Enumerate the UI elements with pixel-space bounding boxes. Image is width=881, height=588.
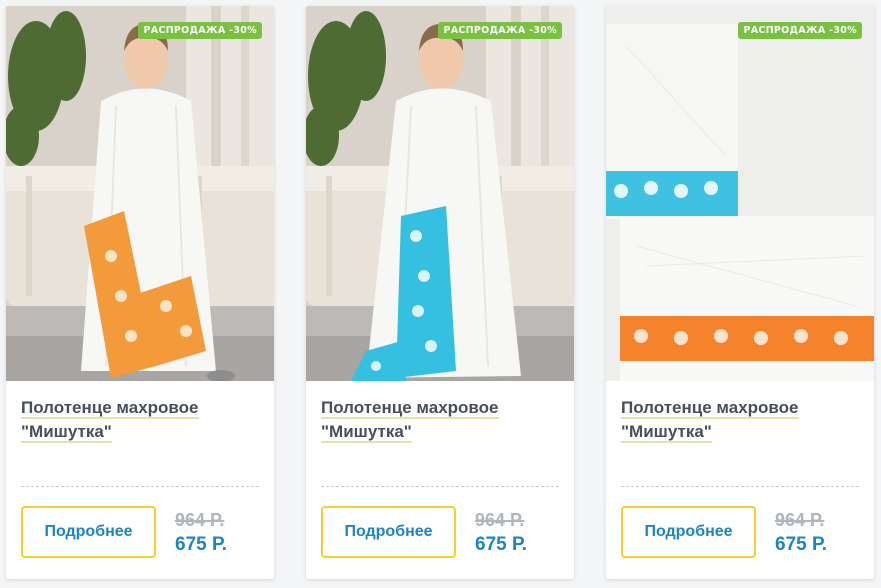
sale-badge: РАСПРОДАЖА -30%: [138, 22, 262, 39]
product-photo[interactable]: РАСПРОДАЖА -30%: [6, 6, 274, 381]
product-card[interactable]: РАСПРОДАЖА -30% Полотенце махровое "Мишу…: [6, 6, 274, 579]
product-card[interactable]: РАСПРОДАЖА -30% Полотенце махровое "Мишу…: [606, 6, 874, 579]
details-button[interactable]: Подробнее: [321, 506, 456, 558]
product-photo[interactable]: РАСПРОДАЖА -30%: [306, 6, 574, 381]
product-title[interactable]: Полотенце махровое "Мишутка": [621, 396, 861, 444]
sale-badge: РАСПРОДАЖА -30%: [438, 22, 562, 39]
product-card[interactable]: РАСПРОДАЖА -30% Полотенце махровое "Мишу…: [306, 6, 574, 579]
product-grid: РАСПРОДАЖА -30% Полотенце махровое "Мишу…: [0, 0, 881, 588]
details-button[interactable]: Подробнее: [621, 506, 756, 558]
new-price: 675 Р.: [175, 534, 228, 555]
old-price: 964 Р.: [475, 510, 525, 530]
product-title[interactable]: Полотенце махровое "Мишутка": [21, 396, 261, 444]
old-price: 964 Р.: [175, 510, 225, 530]
sale-badge: РАСПРОДАЖА -30%: [738, 22, 862, 39]
details-button[interactable]: Подробнее: [21, 506, 156, 558]
new-price: 675 Р.: [475, 534, 528, 555]
old-price: 964 Р.: [775, 510, 825, 530]
divider: [621, 486, 859, 487]
product-title[interactable]: Полотенце махровое "Мишутка": [321, 396, 561, 444]
product-photo[interactable]: РАСПРОДАЖА -30%: [606, 6, 874, 381]
new-price: 675 Р.: [775, 534, 828, 555]
divider: [321, 486, 559, 487]
divider: [21, 486, 259, 487]
